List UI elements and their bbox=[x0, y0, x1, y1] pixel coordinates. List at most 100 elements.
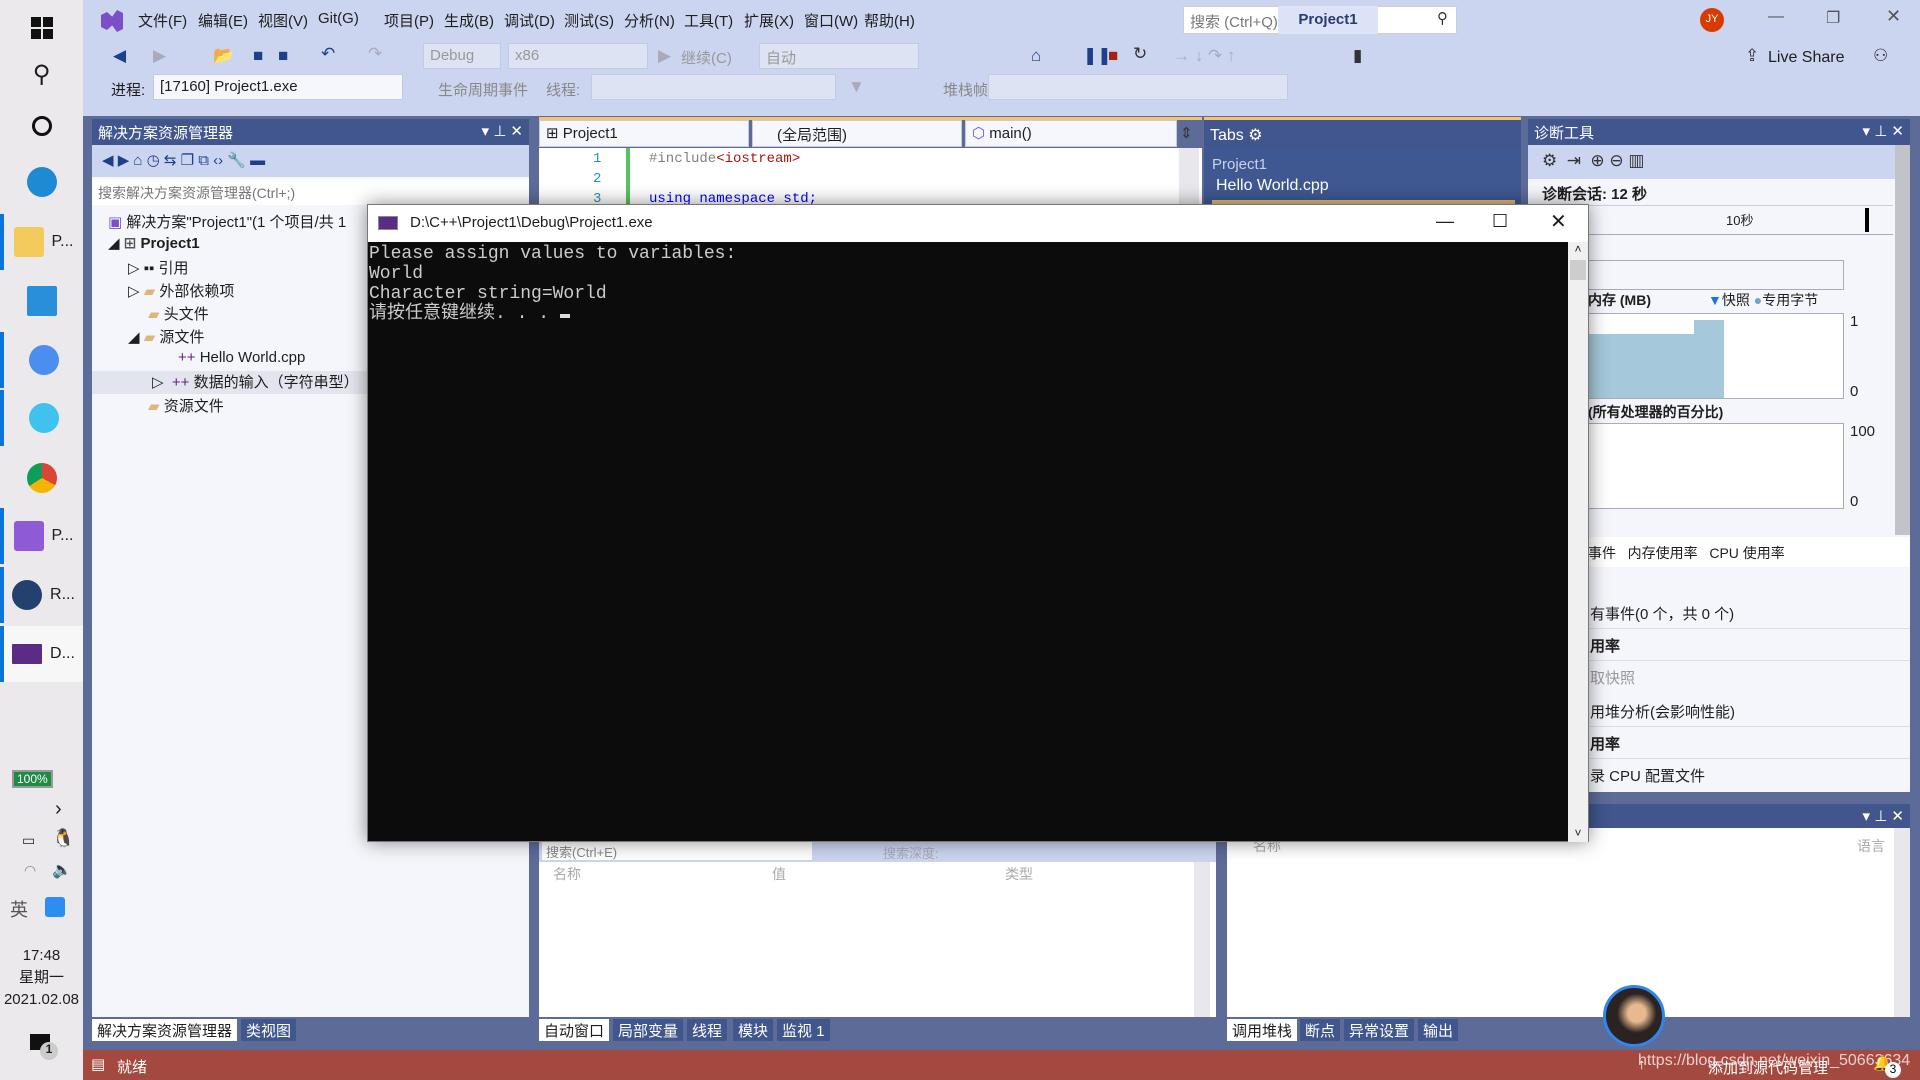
solution-search-input[interactable]: 搜索解决方案资源管理器(Ctrl+;) bbox=[92, 179, 529, 205]
tab-class-view[interactable]: 类视图 bbox=[241, 1019, 297, 1041]
platform-dropdown[interactable]: x86 bbox=[508, 43, 648, 69]
stackframe-dropdown[interactable] bbox=[988, 74, 1288, 100]
settings-icon[interactable]: ⚙ bbox=[1542, 151, 1557, 170]
volume-icon[interactable]: 🔈 bbox=[52, 860, 72, 880]
menu-item[interactable]: 帮助(H) bbox=[864, 10, 915, 31]
menu-item[interactable]: 文件(F) bbox=[138, 10, 187, 31]
gear-icon[interactable]: ⚙ bbox=[1248, 127, 1262, 144]
column-value[interactable]: 值 bbox=[772, 864, 786, 884]
close-button[interactable]: ✕ bbox=[1886, 6, 1901, 27]
live-share-button[interactable]: Live Share bbox=[1768, 49, 1845, 67]
floating-avatar[interactable] bbox=[1603, 985, 1665, 1047]
member-combo[interactable]: ⬡ main() bbox=[965, 120, 1177, 147]
search-button[interactable]: ⚲ bbox=[0, 46, 83, 102]
tab-memory[interactable]: 内存使用率 bbox=[1628, 545, 1698, 561]
feedback-icon[interactable]: ⚇ bbox=[1873, 46, 1888, 66]
taskbar-app-1[interactable] bbox=[0, 273, 83, 329]
column-type[interactable]: 类型 bbox=[1005, 864, 1033, 884]
column-name[interactable]: 名称 bbox=[553, 864, 581, 884]
diagnostics-scrollbar[interactable] bbox=[1895, 145, 1910, 535]
tab-solution-explorer[interactable]: 解决方案资源管理器 bbox=[92, 1019, 238, 1041]
tree-resource-files[interactable]: ▰ 资源文件 bbox=[148, 395, 224, 416]
zoom-in-icon[interactable]: ⊕ bbox=[1590, 151, 1604, 170]
tree-header-files[interactable]: ▰ 头文件 bbox=[148, 303, 209, 324]
console-title-bar[interactable]: D:\C++\Project1\Debug\Project1.exe — ☐ ✕ bbox=[368, 205, 1588, 242]
auto-dropdown[interactable]: 自动 bbox=[759, 43, 919, 69]
menu-item[interactable]: 窗口(W) bbox=[804, 10, 858, 31]
tab-cpu[interactable]: CPU 使用率 bbox=[1709, 545, 1784, 561]
config-dropdown[interactable]: Debug bbox=[423, 43, 501, 69]
menu-item[interactable]: 编辑(E) bbox=[198, 10, 248, 31]
zoom-out-icon[interactable]: ⊖ bbox=[1609, 151, 1623, 170]
export-icon[interactable]: ⇥ bbox=[1567, 151, 1581, 170]
column-language[interactable]: 语言 bbox=[1857, 836, 1885, 856]
heap-profiling-toggle[interactable]: 用堆分析(会影响性能) bbox=[1590, 695, 1910, 727]
lifecycle-events-button[interactable]: 生命周期事件 bbox=[438, 79, 528, 100]
hot-reload-icon[interactable]: ⌂ bbox=[1031, 46, 1041, 66]
open-file-icon[interactable]: 📂 bbox=[213, 46, 234, 66]
menu-item[interactable]: 生成(B) bbox=[444, 10, 494, 31]
tab-autos[interactable]: 自动窗口 bbox=[539, 1019, 610, 1041]
menu-item[interactable]: Git(G) bbox=[318, 10, 359, 27]
tab-events[interactable]: 事件 bbox=[1588, 545, 1616, 561]
step-icons[interactable]: → ↓ ↷ ↑ bbox=[1173, 46, 1235, 66]
tab-watch-1[interactable]: 监视 1 bbox=[777, 1019, 830, 1041]
tree-external-deps[interactable]: ▷ ▰ 外部依赖项 bbox=[128, 280, 234, 301]
qq-icon[interactable]: 🐧 bbox=[52, 828, 74, 849]
taskbar-app-3[interactable] bbox=[0, 390, 83, 446]
taskbar-app-4[interactable] bbox=[0, 450, 83, 506]
play-icon[interactable]: ▶ bbox=[658, 46, 671, 66]
console-window[interactable]: D:\C++\Project1\Debug\Project1.exe — ☐ ✕… bbox=[367, 204, 1589, 842]
edge-button[interactable] bbox=[0, 154, 83, 210]
filter-icon[interactable]: ▼ bbox=[848, 77, 865, 97]
taskbar-app-2[interactable] bbox=[0, 332, 83, 388]
tree-references[interactable]: ▷ ▪▪ 引用 bbox=[128, 257, 189, 278]
redo-icon[interactable]: ↷ bbox=[368, 44, 382, 64]
menu-item[interactable]: 调试(D) bbox=[504, 10, 555, 31]
menu-item[interactable]: 项目(P) bbox=[384, 10, 434, 31]
battery-indicator[interactable]: 100% bbox=[12, 770, 53, 788]
chevron-right-icon[interactable]: › bbox=[55, 798, 62, 821]
tab-exception-settings[interactable]: 异常设置 bbox=[1344, 1019, 1415, 1041]
thread-dropdown[interactable] bbox=[591, 74, 836, 100]
back-icon[interactable]: ◀ bbox=[113, 46, 126, 66]
taskbar-app-0[interactable]: P... bbox=[0, 214, 83, 270]
console-scrollbar[interactable]: ˄ ˅ bbox=[1568, 242, 1588, 842]
record-cpu-profile-button[interactable]: 录 CPU 配置文件 bbox=[1590, 759, 1910, 791]
tab-call-stack[interactable]: 调用堆栈 bbox=[1227, 1019, 1298, 1041]
console-maximize-button[interactable]: ☐ bbox=[1492, 211, 1508, 232]
console-minimize-button[interactable]: — bbox=[1436, 211, 1454, 232]
taskbar-app-6[interactable]: R... bbox=[0, 567, 83, 623]
search-app-icon[interactable] bbox=[45, 897, 65, 917]
live-share-icon[interactable]: ⇪ bbox=[1745, 46, 1759, 66]
panel-controls[interactable]: ▾ ⊥ ✕ bbox=[482, 122, 524, 140]
continue-button[interactable]: 继续(C) bbox=[681, 47, 732, 68]
tab-modules[interactable]: 模块 bbox=[733, 1019, 774, 1041]
toolbar-icons[interactable]: ◀ ▶ ⌂ ◷ ⇆ ❐ ⧉ ‹› 🔧 ▬ bbox=[102, 152, 265, 169]
split-icon[interactable]: ⇕ bbox=[1180, 124, 1193, 142]
console-close-button[interactable]: ✕ bbox=[1550, 209, 1567, 234]
menu-item[interactable]: 测试(S) bbox=[564, 10, 614, 31]
tree-project[interactable]: ◢ ⊞ Project1 bbox=[108, 234, 200, 252]
undo-icon[interactable]: ↶ bbox=[321, 44, 335, 64]
menu-item[interactable]: 分析(N) bbox=[624, 10, 675, 31]
tree-hello-world-cpp[interactable]: ++ Hello World.cpp bbox=[178, 349, 305, 366]
tab-output[interactable]: 输出 bbox=[1418, 1019, 1459, 1041]
autos-search-input[interactable]: 搜索(Ctrl+E) bbox=[542, 842, 812, 860]
menu-item[interactable]: 视图(V) bbox=[258, 10, 308, 31]
forward-icon[interactable]: ▶ bbox=[153, 46, 166, 66]
power-icon[interactable]: ▭ bbox=[22, 832, 35, 849]
wifi-icon[interactable]: ◠ bbox=[24, 862, 36, 879]
callstack-scrollbar[interactable] bbox=[1894, 828, 1910, 1017]
autos-scrollbar[interactable] bbox=[1194, 862, 1210, 1017]
menu-item[interactable]: 工具(T) bbox=[684, 10, 733, 31]
tab-breakpoints[interactable]: 断点 bbox=[1300, 1019, 1341, 1041]
tabs-file-item[interactable]: Hello World.cpp bbox=[1216, 177, 1329, 195]
take-snapshot-button[interactable]: 取快照 bbox=[1590, 661, 1910, 693]
process-dropdown[interactable]: [17160] Project1.exe bbox=[153, 74, 403, 100]
ime-indicator[interactable]: 英 bbox=[10, 896, 28, 922]
panel-controls[interactable]: ▾ ⊥ ✕ bbox=[1863, 122, 1905, 140]
cortana-button[interactable] bbox=[0, 98, 83, 154]
user-avatar[interactable]: JY bbox=[1700, 8, 1724, 32]
restore-button[interactable]: ❐ bbox=[1826, 8, 1840, 28]
